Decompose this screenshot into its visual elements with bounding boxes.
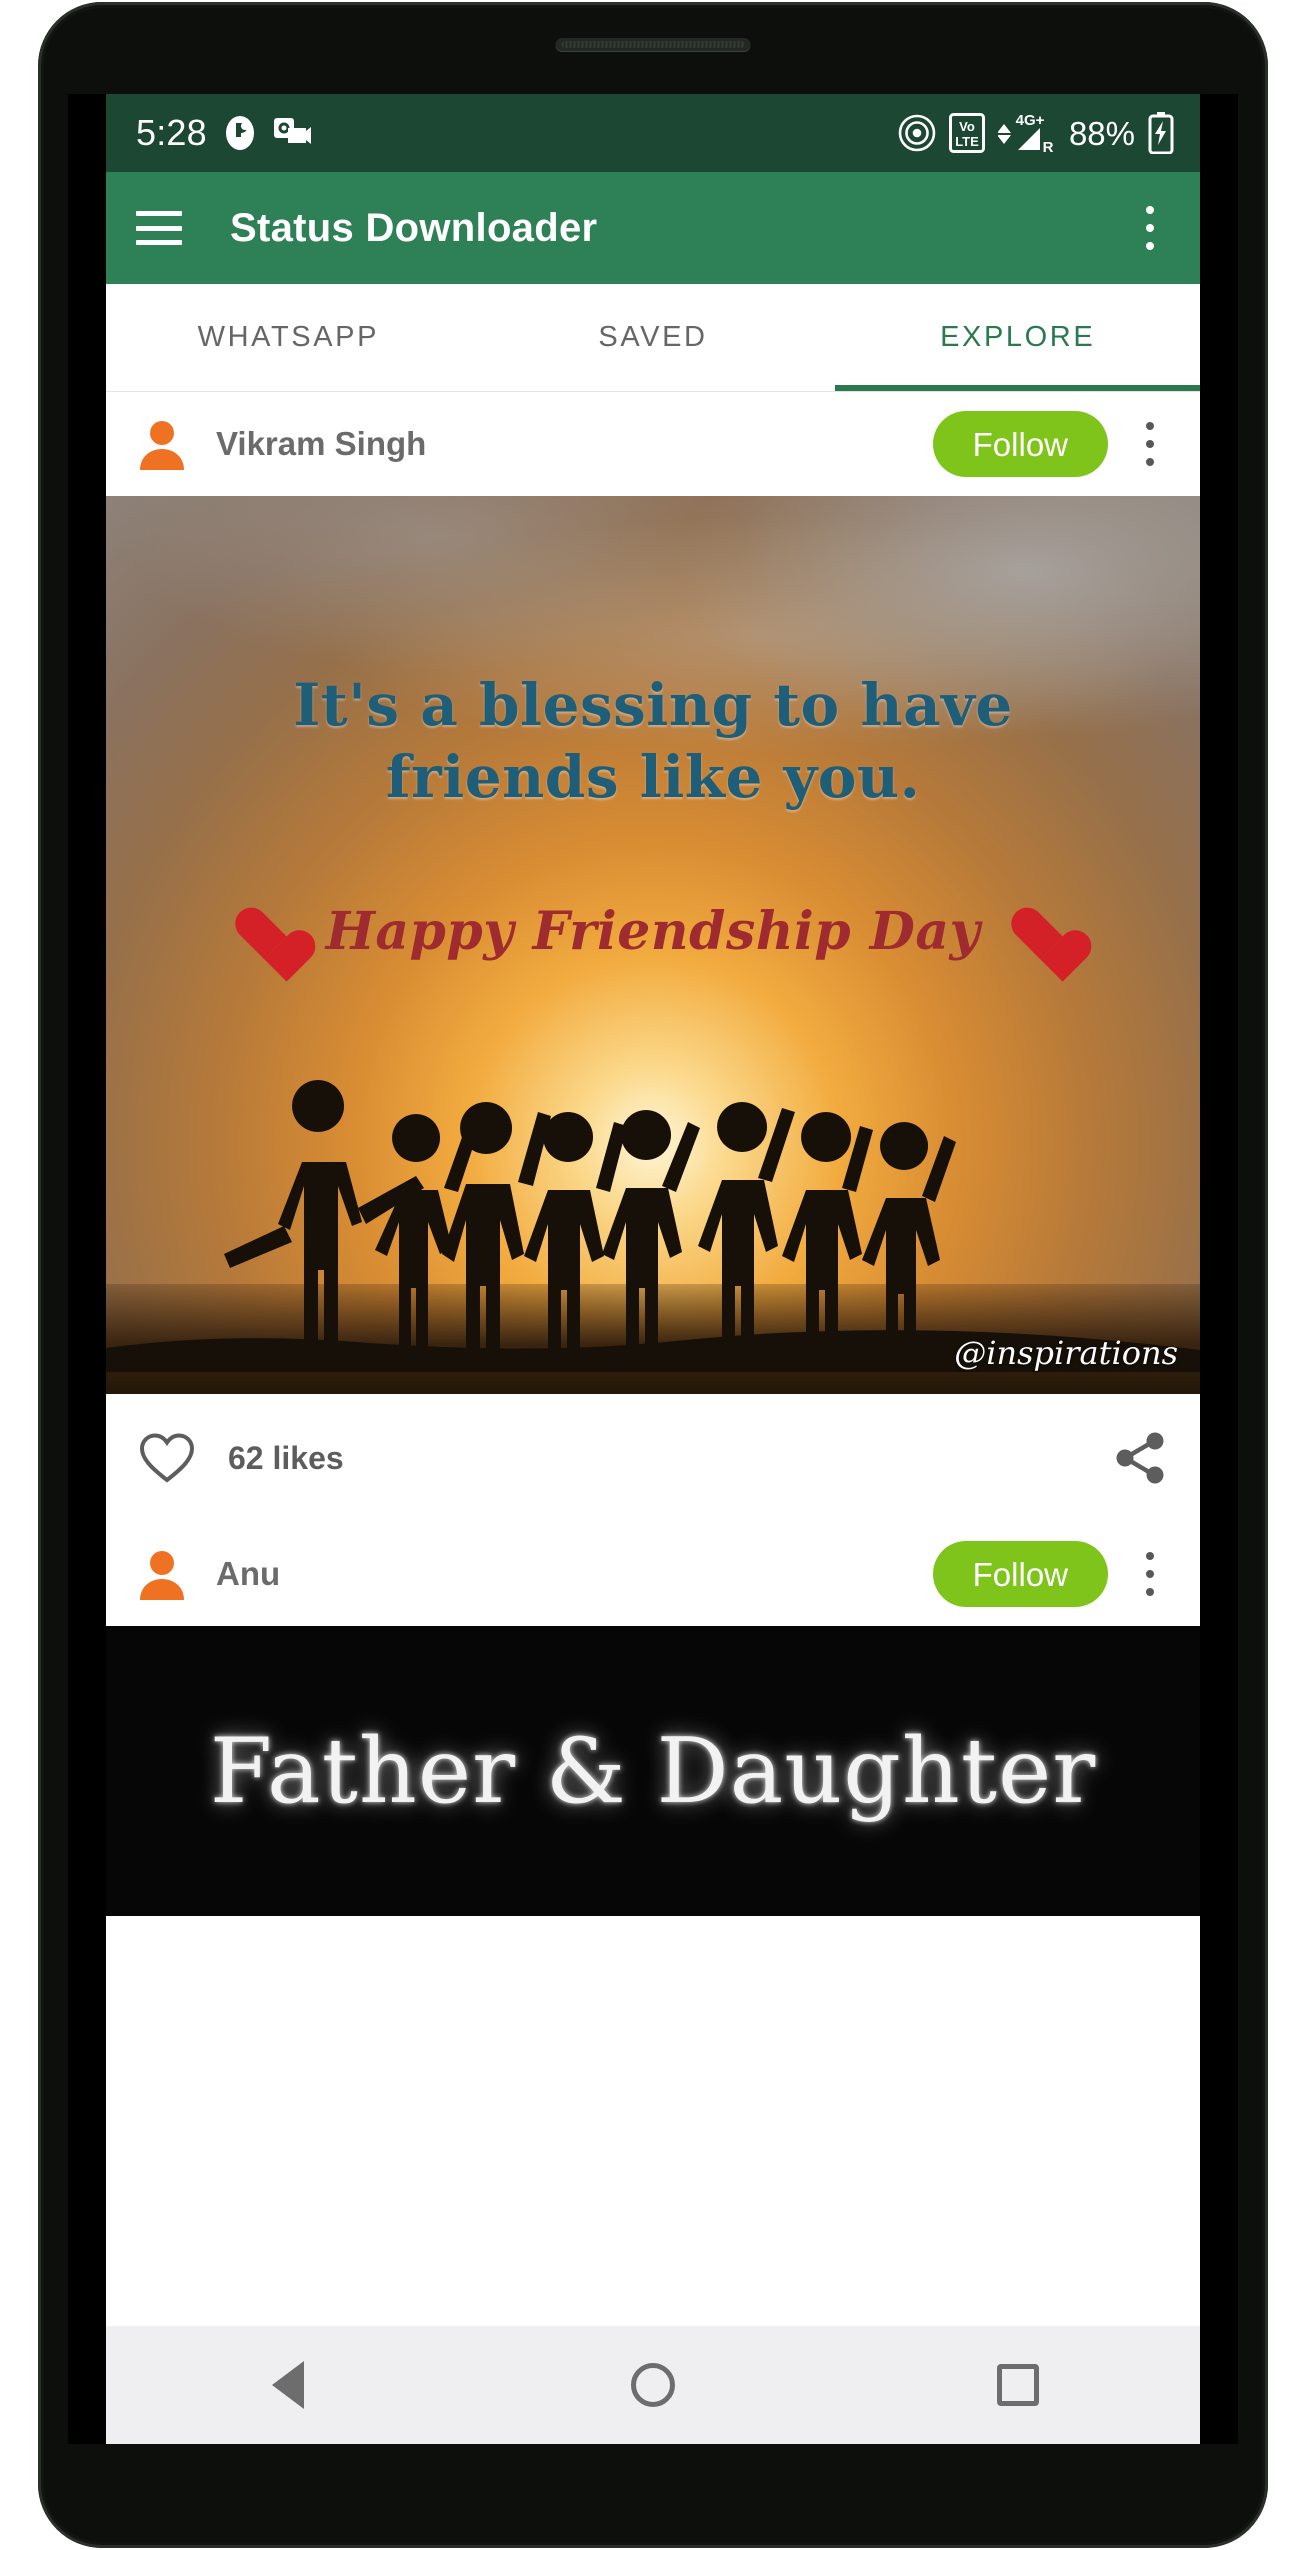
heart-decoration-right-icon <box>1010 903 1072 961</box>
avatar <box>136 418 188 470</box>
screenshot-root: 5:28 Vo LTE 4G+ R 88% Status Downloader … <box>0 0 1305 2550</box>
hotspot-icon <box>898 114 936 152</box>
post-username: Anu <box>216 1555 281 1592</box>
poster-title: Father & Daughter <box>209 1718 1097 1824</box>
app-bar: Status Downloader <box>106 172 1200 284</box>
page-title: Status Downloader <box>230 205 598 250</box>
battery-percent-label: 88% <box>1068 114 1135 152</box>
post-header: Anu Follow <box>106 1522 1200 1626</box>
status-bar: 5:28 Vo LTE 4G+ R 88% <box>106 94 1200 172</box>
image-watermark: @inspirations <box>954 1334 1178 1372</box>
likes-count-label: 62 likes <box>228 1439 344 1476</box>
post-header: Vikram Singh Follow <box>106 392 1200 496</box>
tab-explore[interactable]: EXPLORE <box>835 284 1200 391</box>
status-bar-right: Vo LTE 4G+ R 88% <box>898 112 1174 154</box>
phone-device-frame: 5:28 Vo LTE 4G+ R 88% Status Downloader … <box>38 2 1268 2548</box>
follow-button[interactable]: Follow <box>932 1541 1108 1607</box>
poster-line-2: friends like you. <box>385 743 921 811</box>
battery-charging-icon <box>1148 112 1174 154</box>
poster-headline-row: Happy Friendship Day <box>106 901 1200 962</box>
svg-text:Vo: Vo <box>959 119 975 134</box>
tab-saved[interactable]: SAVED <box>471 284 836 391</box>
post-username: Vikram Singh <box>216 425 427 462</box>
poster-line-1: It's a blessing to have <box>293 671 1013 739</box>
android-navigation-bar <box>106 2326 1200 2444</box>
heart-decoration-left-icon <box>234 903 296 961</box>
volte-icon: Vo LTE <box>948 113 985 153</box>
post-overflow-menu-icon[interactable] <box>1130 422 1170 466</box>
overflow-menu-icon[interactable] <box>1130 206 1170 250</box>
poster-headline: Happy Friendship Day <box>325 901 981 962</box>
tab-whatsapp[interactable]: WHATSAPP <box>106 284 471 391</box>
truecaller-notification-icon <box>223 114 257 152</box>
app-viewport: 5:28 Vo LTE 4G+ R 88% Status Downloader … <box>106 94 1200 2444</box>
phone-bottom-chin <box>68 2470 1238 2530</box>
nav-recents-button[interactable] <box>963 2326 1073 2444</box>
follow-button[interactable]: Follow <box>932 411 1108 477</box>
status-bar-left: 5:28 <box>136 114 311 152</box>
post-image[interactable]: It's a blessing to have friends like you… <box>106 496 1200 1394</box>
phone-screen: 5:28 Vo LTE 4G+ R 88% Status Downloader … <box>68 94 1238 2444</box>
svg-text:LTE: LTE <box>955 134 979 149</box>
recents-square-icon <box>996 2364 1039 2406</box>
post-actions: 62 likes <box>106 1394 1200 1522</box>
post-image[interactable]: Father & Daughter <box>106 1626 1200 1916</box>
friends-silhouettes <box>106 1080 1200 1372</box>
signal-4g-plus-icon: 4G+ R <box>997 112 1056 154</box>
nav-home-button[interactable] <box>598 2326 708 2444</box>
explore-feed: Vikram Singh Follow It's a blessing to h… <box>106 392 1200 1916</box>
earpiece-speaker <box>555 38 751 51</box>
home-circle-icon <box>630 2363 675 2407</box>
svg-text:R: R <box>1043 139 1054 154</box>
avatar <box>136 1548 188 1600</box>
back-triangle-icon <box>272 2361 305 2409</box>
hamburger-menu-icon[interactable] <box>136 211 182 245</box>
like-heart-icon[interactable] <box>138 1431 196 1485</box>
share-icon[interactable] <box>1112 1430 1168 1486</box>
svg-text:4G+: 4G+ <box>1016 112 1045 129</box>
tab-bar: WHATSAPP SAVED EXPLORE <box>106 284 1200 392</box>
post-overflow-menu-icon[interactable] <box>1130 1552 1170 1596</box>
status-bar-clock: 5:28 <box>136 112 207 153</box>
nav-back-button[interactable] <box>233 2326 343 2444</box>
outlook-notification-icon <box>273 116 311 150</box>
